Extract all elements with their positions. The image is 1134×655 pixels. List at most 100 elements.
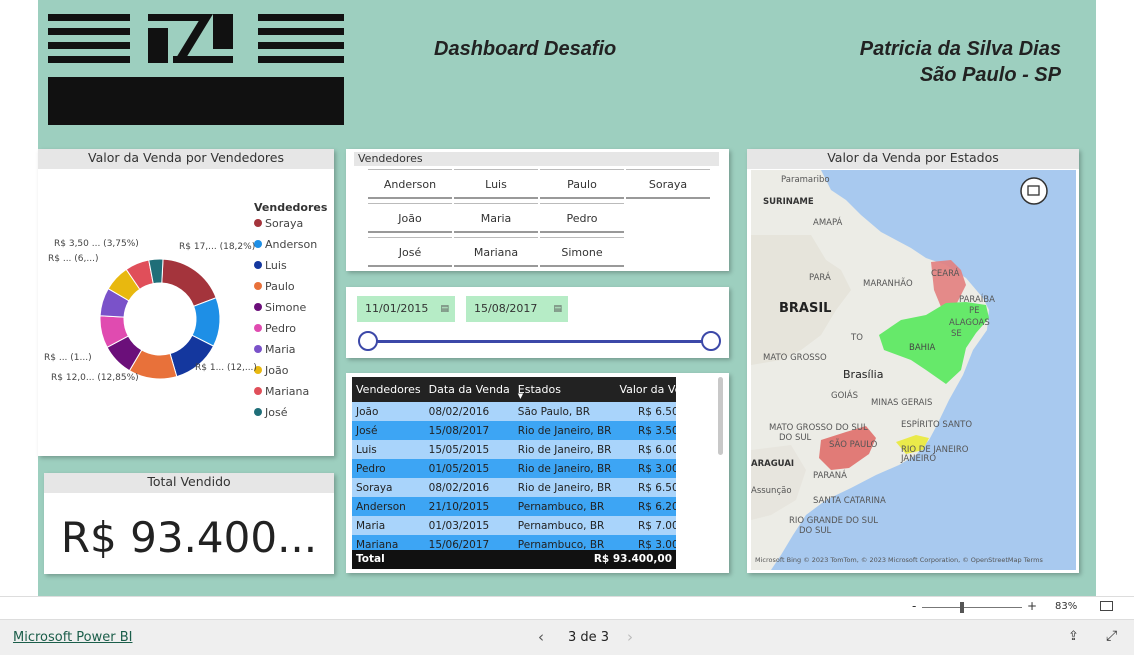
table-cell: R$ 6.200,00 xyxy=(637,500,676,513)
legend-item-joão[interactable]: João xyxy=(254,364,288,378)
total-card[interactable]: Total Vendido R$ 93.400... xyxy=(44,473,334,574)
legend-item-luis[interactable]: Luis xyxy=(254,259,287,273)
table-cell: Pedro xyxy=(356,462,386,475)
svg-text:JANEIRO: JANEIRO xyxy=(900,454,936,464)
table-row[interactable]: Pedro 01/05/2015 Rio de Janeiro, BR R$ 3.00… xyxy=(352,459,676,478)
zoom-level: 83% xyxy=(1055,601,1078,612)
map-card[interactable]: Valor da Venda por Estados Paramaribo SU… xyxy=(747,149,1079,573)
next-page-icon[interactable]: › xyxy=(627,628,633,646)
table-cell: Rio de Janeiro, BR xyxy=(517,462,612,475)
fit-page-icon[interactable] xyxy=(1100,601,1113,611)
table-scrollbar[interactable] xyxy=(718,377,723,455)
legend-label: João xyxy=(265,364,289,377)
fullscreen-icon[interactable]: ⤢ xyxy=(1106,628,1117,644)
power-bi-link[interactable]: Microsoft Power BI xyxy=(13,630,132,645)
legend-item-pedro[interactable]: Pedro xyxy=(254,322,296,336)
dashboard-title: Dashboard Desafio xyxy=(434,38,617,60)
col-vendedores[interactable]: Vendedores xyxy=(352,377,425,402)
donut-slice-soraya[interactable] xyxy=(161,258,217,307)
svg-text:Assunção: Assunção xyxy=(751,486,792,496)
legend-item-mariana[interactable]: Mariana xyxy=(254,385,309,399)
donut-label-luis: R$ 1... (12,...) xyxy=(195,363,257,373)
legend-item-paulo[interactable]: Paulo xyxy=(254,280,295,294)
table-cell: R$ 6.000,00 xyxy=(637,443,676,456)
map[interactable]: Paramaribo SURINAME AMAPÁ PARÁ MARANHÃO … xyxy=(751,170,1076,570)
legend-label: Maria xyxy=(265,343,296,356)
svg-text:SANTA CATARINA: SANTA CATARINA xyxy=(813,496,886,506)
table-row[interactable]: Luis 15/05/2015 Rio de Janeiro, BR R$ 6.000… xyxy=(352,440,676,459)
svg-text:DO SUL: DO SUL xyxy=(779,433,812,443)
svg-text:DO SUL: DO SUL xyxy=(799,526,832,536)
legend-dot xyxy=(254,219,262,227)
legend-dot xyxy=(254,345,262,353)
table-cell: 21/10/2015 xyxy=(428,500,490,513)
zoom-out-button[interactable]: - xyxy=(912,599,916,613)
donut-label-jose: R$ 3,50 ... (3,75%) xyxy=(54,239,139,249)
table-cell: 01/05/2015 xyxy=(428,462,490,475)
donut-chart-card[interactable]: Valor da Venda por Vendedores Vendedores… xyxy=(38,149,334,456)
legend-label: Soraya xyxy=(265,217,304,230)
table-cell: 08/02/2016 xyxy=(428,481,490,494)
table-row[interactable]: José 15/08/2017 Rio de Janeiro, BR R$ 3.500… xyxy=(352,421,676,440)
table-total-row: Total R$ 93.400,00 xyxy=(352,550,676,569)
zoom-in-button[interactable]: + xyxy=(1027,599,1037,613)
table-row[interactable]: João 08/02/2016 São Paulo, BR R$ 6.500,00 xyxy=(352,402,676,421)
zoom-slider-track[interactable] xyxy=(922,607,1022,608)
label-paramaribo: Paramaribo xyxy=(781,175,830,185)
legend-label: Paulo xyxy=(265,280,295,293)
donut-label-mariana: R$ ... (6,...) xyxy=(48,254,99,264)
slicer-option-maria[interactable]: Maria xyxy=(454,203,538,233)
svg-text:AMAPÁ: AMAPÁ xyxy=(813,216,843,228)
end-date-input[interactable]: 15/08/2017 ▤ xyxy=(466,296,568,322)
slicer-option-josé[interactable]: José xyxy=(368,237,452,267)
slicer-option-joão[interactable]: João xyxy=(368,203,452,233)
sales-table-card[interactable]: Vendedores Data da Venda Estados ▼ Valor … xyxy=(346,373,729,573)
table-viewport[interactable]: Vendedores Data da Venda Estados ▼ Valor … xyxy=(352,377,676,569)
donut-label-paulo: R$ 12,0... (12,85%) xyxy=(51,373,139,383)
svg-text:SÃO PAULO: SÃO PAULO xyxy=(829,439,878,450)
map-title: Valor da Venda por Estados xyxy=(747,149,1079,169)
svg-text:ARAGUAI: ARAGUAI xyxy=(751,459,794,469)
svg-text:MINAS GERAIS: MINAS GERAIS xyxy=(871,398,932,408)
slicer-option-soraya[interactable]: Soraya xyxy=(626,169,710,199)
slicer-option-simone[interactable]: Simone xyxy=(540,237,624,267)
legend-item-maria[interactable]: Maria xyxy=(254,343,296,357)
legend-item-soraya[interactable]: Soraya xyxy=(254,217,303,231)
prev-page-icon[interactable]: ‹ xyxy=(538,628,544,646)
svg-text:SURINAME: SURINAME xyxy=(763,197,814,207)
svg-text:PARAÍBA: PARAÍBA xyxy=(959,293,995,305)
share-icon[interactable]: ⇪ xyxy=(1068,629,1079,644)
svg-text:CEARÁ: CEARÁ xyxy=(931,267,960,279)
col-valor[interactable]: Valor da Venda xyxy=(615,377,676,402)
svg-text:BAHIA: BAHIA xyxy=(909,343,936,353)
table-row[interactable]: Maria 01/03/2015 Pernambuco, BR R$ 7.000,00 xyxy=(352,516,676,535)
slicer-option-anderson[interactable]: Anderson xyxy=(368,169,452,199)
start-date-input[interactable]: 11/01/2015 ▤ xyxy=(357,296,455,322)
legend-item-anderson[interactable]: Anderson xyxy=(254,238,317,252)
legend-label: Mariana xyxy=(265,385,310,398)
calendar-icon: ▤ xyxy=(440,304,449,314)
svg-text:GOIÁS: GOIÁS xyxy=(831,389,858,401)
table-row[interactable]: Anderson 21/10/2015 Pernambuco, BR R$ 6.200… xyxy=(352,497,676,516)
zoom-slider-thumb[interactable] xyxy=(960,602,964,613)
col-estados[interactable]: Estados ▼ xyxy=(513,377,616,402)
svg-text:MATO GROSSO: MATO GROSSO xyxy=(763,353,827,363)
slicer-option-paulo[interactable]: Paulo xyxy=(540,169,624,199)
focus-mode-icon[interactable] xyxy=(1020,177,1048,205)
slicer-option-mariana[interactable]: Mariana xyxy=(454,237,538,267)
total-value: R$ 93.400... xyxy=(60,513,318,562)
ene-logo xyxy=(48,14,344,125)
legend-item-simone[interactable]: Simone xyxy=(254,301,306,315)
slicer-option-pedro[interactable]: Pedro xyxy=(540,203,624,233)
table-row[interactable]: Soraya 08/02/2016 Rio de Janeiro, BR R$ 6.5… xyxy=(352,478,676,497)
page-indicator: 3 de 3 xyxy=(568,630,610,645)
col-data[interactable]: Data da Venda xyxy=(424,377,514,402)
range-end-handle[interactable] xyxy=(701,331,721,351)
date-slicer[interactable]: 11/01/2015 ▤ 15/08/2017 ▤ xyxy=(346,287,729,358)
range-track xyxy=(368,340,712,343)
vendedores-slicer[interactable]: Vendedores Anderson Luis Paulo Soraya João Ma… xyxy=(346,149,729,271)
slicer-option-luis[interactable]: Luis xyxy=(454,169,538,199)
legend-item-josé[interactable]: José xyxy=(254,406,287,420)
range-start-handle[interactable] xyxy=(358,331,378,351)
svg-text:MATO GROSSO DO SUL: MATO GROSSO DO SUL xyxy=(769,423,868,433)
